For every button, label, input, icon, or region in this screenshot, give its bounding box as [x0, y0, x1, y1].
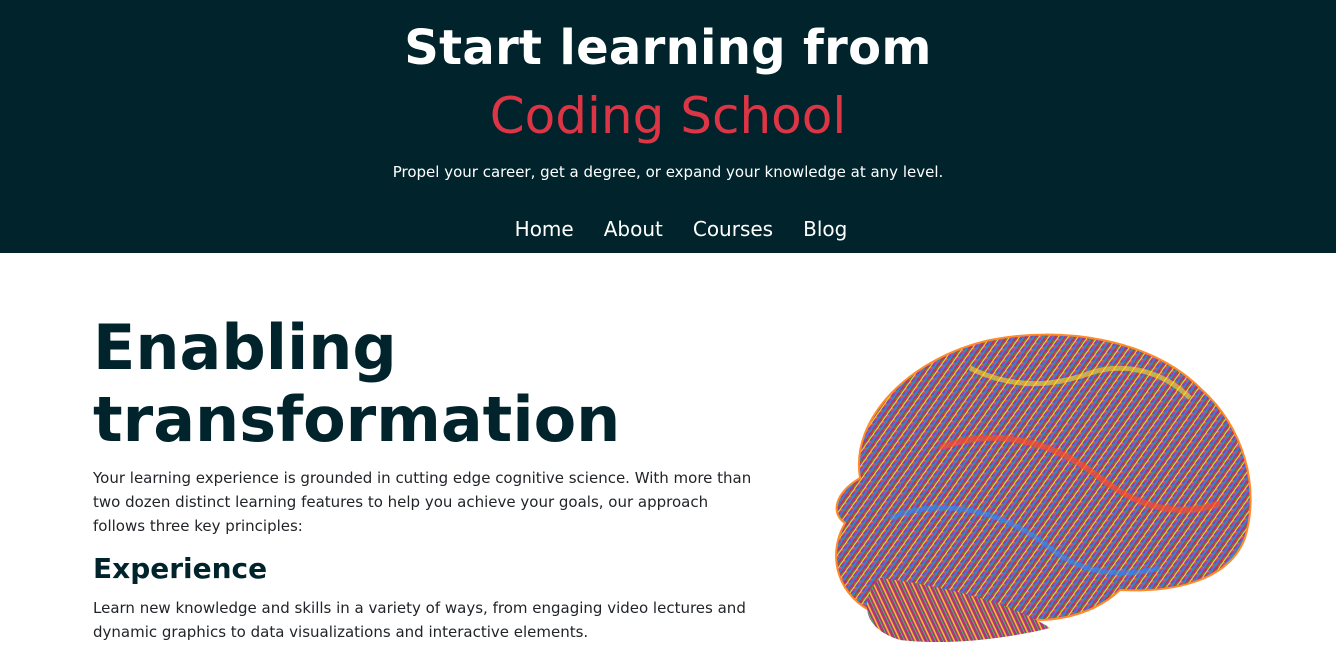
- main-nav: Home About Courses Blog: [0, 216, 1336, 242]
- nav-item-about[interactable]: About: [604, 216, 663, 242]
- hero-banner: Start learning from Coding School Propel…: [0, 0, 1336, 253]
- section-heading: Enabling transformation: [93, 311, 621, 456]
- section-intro: Your learning experience is grounded in …: [93, 469, 752, 535]
- nav-item-courses[interactable]: Courses: [693, 216, 773, 242]
- main-content: Enabling transformation Your learning ex…: [93, 312, 753, 644]
- hero-brand-name: Coding School: [489, 87, 847, 145]
- experience-body: Learn new knowledge and skills in a vari…: [93, 599, 746, 641]
- hero-title: Start learning from: [404, 20, 932, 76]
- nav-item-blog[interactable]: Blog: [803, 216, 847, 242]
- colorful-brain-fibers-image: [835, 333, 1252, 643]
- brain-illustration: [820, 328, 1260, 643]
- experience-heading: Experience: [93, 552, 268, 585]
- hero-tagline: Propel your career, get a degree, or exp…: [392, 163, 944, 181]
- nav-item-home[interactable]: Home: [515, 216, 574, 242]
